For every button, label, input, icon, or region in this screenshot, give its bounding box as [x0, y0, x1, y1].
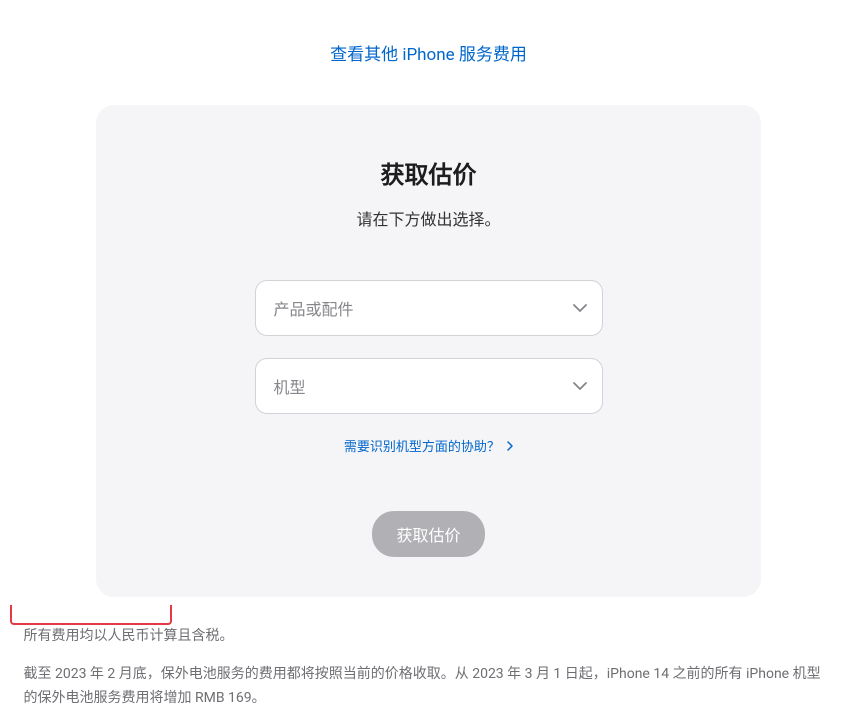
identify-model-help-link[interactable]: 需要识别机型方面的协助？ — [344, 440, 513, 455]
top-link-container: 查看其他 iPhone 服务费用 — [0, 40, 857, 65]
card-title: 获取估价 — [136, 155, 721, 190]
model-select[interactable]: 机型 — [255, 358, 603, 414]
get-estimate-button[interactable]: 获取估价 — [372, 511, 484, 557]
model-select-wrapper: 机型 — [255, 358, 603, 414]
footer-line-1: 所有费用均以人民币计算且含税。 — [24, 625, 834, 649]
chevron-right-icon — [507, 440, 513, 455]
other-services-link[interactable]: 查看其他 iPhone 服务费用 — [330, 45, 527, 65]
help-link-text: 需要识别机型方面的协助？ — [344, 440, 500, 455]
card-subtitle: 请在下方做出选择。 — [136, 206, 721, 230]
footer-line-2-highlight: 费用将增加 RMB 169。 — [122, 690, 266, 706]
help-link-container: 需要识别机型方面的协助？ — [136, 436, 721, 455]
annotation-highlight — [10, 605, 172, 625]
product-select[interactable]: 产品或配件 — [255, 280, 603, 336]
estimate-card: 获取估价 请在下方做出选择。 产品或配件 机型 需要识别机型方面的协助？ 获取估… — [96, 105, 761, 597]
product-select-wrapper: 产品或配件 — [255, 280, 603, 336]
footer-text: 所有费用均以人民币计算且含税。 截至 2023 年 2 月底，保外电池服务的费用… — [14, 625, 844, 710]
footer-line-2: 截至 2023 年 2 月底，保外电池服务的费用都将按照当前的价格收取。从 20… — [24, 663, 834, 710]
